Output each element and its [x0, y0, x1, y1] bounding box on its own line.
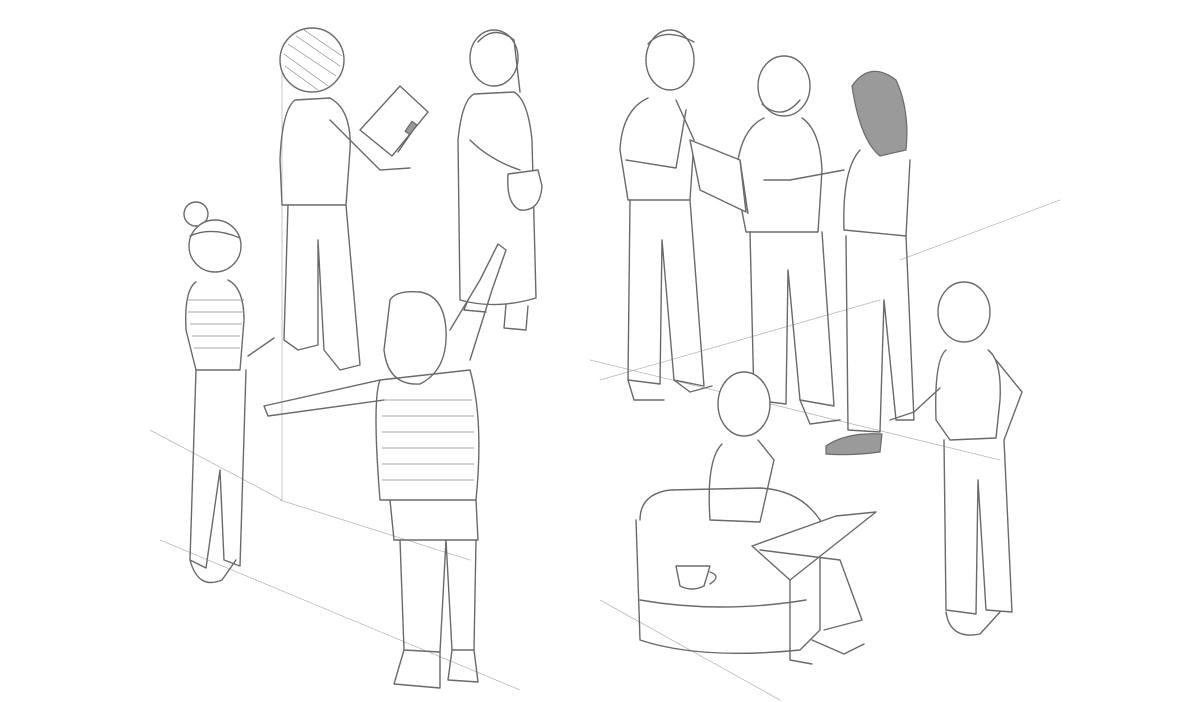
pencil-sketch-canvas	[149, 27, 1061, 701]
figure-bearded-man-with-laptop	[689, 55, 841, 425]
figure-man-on-sofa-with-laptop	[635, 371, 877, 665]
figure-woman-thinking-with-pencil	[183, 201, 275, 584]
figure-woman-with-shoulder-bag	[457, 29, 543, 331]
construction-lines	[149, 59, 1061, 701]
figure-man-hand-on-chin	[619, 29, 713, 401]
